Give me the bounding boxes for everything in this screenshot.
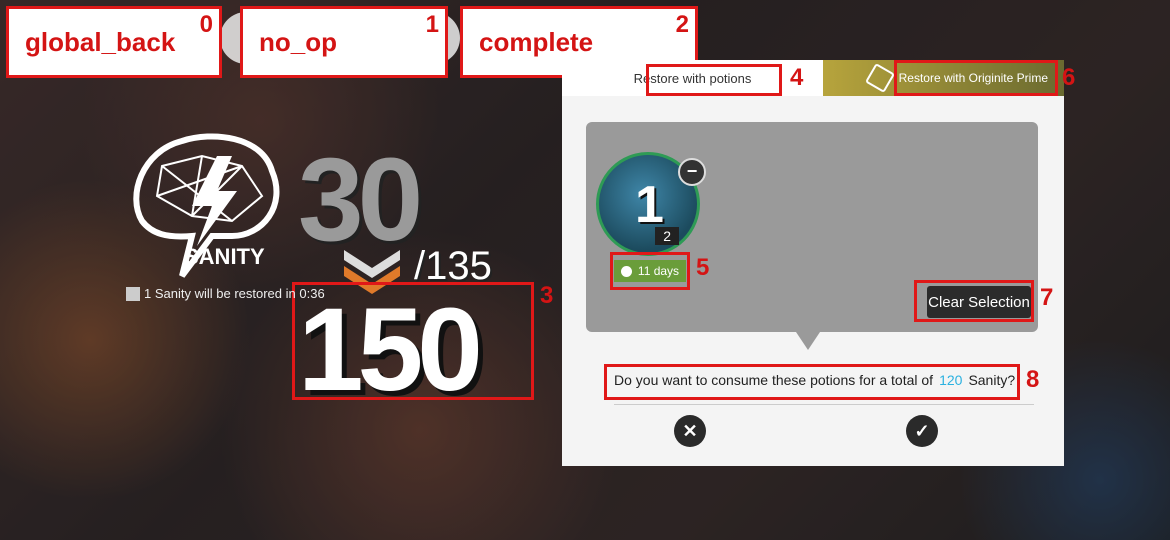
marker-number-3: 3 — [540, 282, 554, 309]
minus-icon[interactable]: − — [678, 158, 706, 186]
annotation-index: 0 — [199, 11, 213, 38]
originite-icon — [864, 62, 895, 94]
close-icon[interactable]: ✕ — [674, 415, 706, 447]
annotation-label: global_back — [25, 27, 176, 57]
marker-box-7 — [914, 280, 1034, 322]
check-icon[interactable]: ✓ — [906, 415, 938, 447]
marker-box-5 — [610, 252, 690, 290]
sanity-logo-text: SANITY — [184, 244, 265, 269]
marker-number-7: 7 — [1040, 284, 1054, 311]
potion-selected-qty: 1 — [635, 176, 664, 234]
marker-number-8: 8 — [1026, 366, 1040, 393]
restore-time: 0:36 — [299, 286, 325, 301]
marker-box-8 — [604, 364, 1020, 400]
annotation-no-op[interactable]: no_op 1 — [240, 6, 448, 78]
annotation-global-back[interactable]: global_back 0 — [6, 6, 222, 78]
marker-number-4: 4 — [790, 64, 804, 91]
marker-number-6: 6 — [1062, 64, 1076, 91]
marker-box-6 — [894, 60, 1058, 96]
marker-box-3 — [292, 282, 534, 400]
annotation-index: 1 — [425, 11, 439, 38]
square-icon — [126, 286, 140, 301]
marker-number-5: 5 — [696, 254, 710, 281]
restore-note-text: 1 Sanity will be restored in — [144, 286, 296, 301]
divider — [614, 404, 1034, 405]
sanity-logo-icon: SANITY — [133, 133, 280, 278]
annotation-label: no_op — [259, 27, 337, 57]
annotation-label: complete — [479, 27, 594, 57]
restore-note: 1 Sanity will be restored in 0:36 — [126, 286, 325, 301]
annotation-index: 2 — [675, 11, 689, 38]
marker-box-4 — [646, 64, 782, 96]
potion-owned-count: 2 — [655, 227, 679, 245]
